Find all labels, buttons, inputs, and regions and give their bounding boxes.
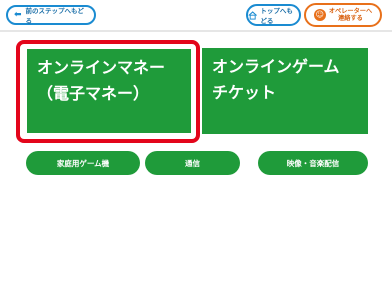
tile-online-money[interactable]: オンラインマネー （電子マネー） <box>26 48 192 134</box>
tile-online-game-ticket[interactable]: オンラインゲーム チケット <box>202 48 368 134</box>
back-button-label: 前のステップへもどる <box>25 7 84 25</box>
category-label: 通信 <box>185 158 200 168</box>
top-bar: ⬅ 前のステップへもどる トップへもどる ☺ オペレーターへ 連絡する <box>0 0 392 32</box>
operator-label-line2: 連絡する <box>338 15 363 22</box>
tile-online-money-line2: （電子マネー） <box>37 84 150 103</box>
category-label: 映像・音楽配信 <box>286 158 340 168</box>
tile-online-game-line2: チケット <box>212 83 277 102</box>
category-video-music-button[interactable]: 映像・音楽配信 <box>258 151 368 175</box>
headset-icon: ☺ <box>313 9 326 21</box>
operator-button[interactable]: ☺ オペレーターへ 連絡する <box>304 3 382 27</box>
category-telecom-button[interactable]: 通信 <box>145 151 240 175</box>
top-button-label: トップへもどる <box>260 7 293 25</box>
top-button[interactable]: トップへもどる <box>246 4 301 26</box>
home-icon <box>248 10 257 20</box>
category-home-game-console-button[interactable]: 家庭用ゲーム機 <box>26 151 140 175</box>
tile-online-money-line1: オンラインマネー <box>37 58 166 77</box>
tile-online-game-line1: オンラインゲーム <box>212 57 340 76</box>
operator-button-label: オペレーターへ 連絡する <box>329 8 372 22</box>
operator-label-line1: オペレーターへ <box>328 7 373 15</box>
arrow-left-icon: ⬅ <box>14 9 22 20</box>
category-label: 家庭用ゲーム機 <box>56 158 110 168</box>
back-button[interactable]: ⬅ 前のステップへもどる <box>6 5 96 25</box>
